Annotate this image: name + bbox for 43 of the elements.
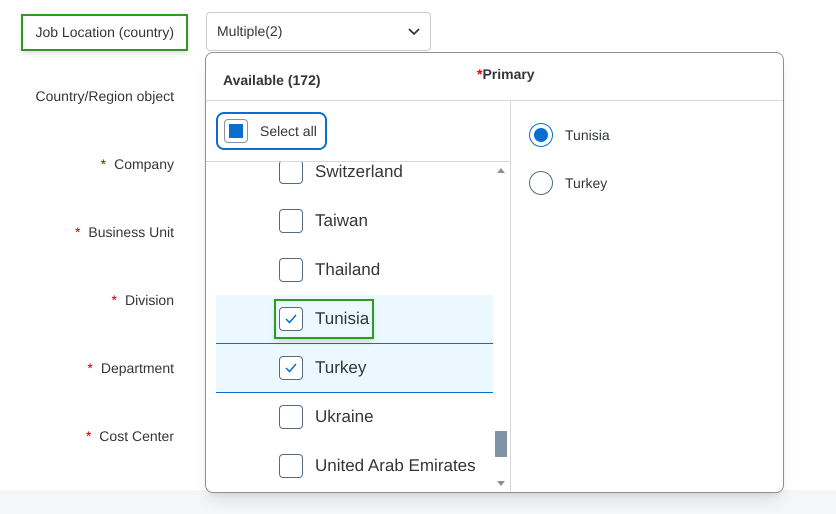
check-icon <box>285 363 297 373</box>
country-option[interactable]: Switzerland <box>216 162 493 197</box>
country-label: Taiwan <box>315 210 368 232</box>
select-all-button[interactable]: Select all <box>216 112 327 150</box>
country-label: Turkey <box>315 357 366 380</box>
chevron-down-icon <box>408 28 420 36</box>
country-option[interactable]: Ukraine <box>216 393 493 442</box>
country-option[interactable]: Turkey <box>216 344 493 393</box>
country-label: United Arab Emirates <box>315 455 476 478</box>
country-option[interactable]: United Arab Emirates <box>216 442 493 491</box>
country-label: Ukraine <box>315 406 374 428</box>
field-label: * Company <box>100 155 175 174</box>
radio-button[interactable] <box>529 171 553 195</box>
available-heading: Available (172) <box>223 72 321 88</box>
radio-button[interactable] <box>529 123 553 147</box>
field-label: * Division <box>110 291 175 310</box>
checkbox[interactable] <box>279 356 303 380</box>
country-label: Switzerland <box>315 162 403 184</box>
country-option[interactable]: Tunisia <box>216 295 493 344</box>
field-label: Country/Region object <box>34 87 175 106</box>
multi-select-dropdown[interactable]: Multiple(2) <box>206 12 431 51</box>
checkbox[interactable] <box>279 162 303 184</box>
radio-label: Tunisia <box>565 126 610 144</box>
country-label: Thailand <box>315 259 380 282</box>
check-icon <box>285 314 297 324</box>
radio-label: Turkey <box>565 174 608 193</box>
field-label: * Cost Center <box>84 427 175 446</box>
scroll-down-icon <box>497 481 505 486</box>
country-label: Tunisia <box>315 308 370 330</box>
field-label: * Department <box>86 359 175 378</box>
scrollbar-thumb[interactable] <box>495 431 507 457</box>
indeterminate-icon <box>229 124 243 138</box>
field-label: Job Location (country) <box>21 14 188 51</box>
country-option[interactable]: Taiwan <box>216 197 493 246</box>
checkbox[interactable] <box>279 258 303 282</box>
country-option[interactable]: Thailand <box>216 246 493 295</box>
field-label: * Business Unit <box>74 223 175 242</box>
checkbox[interactable] <box>279 307 303 331</box>
checkbox[interactable] <box>279 209 303 233</box>
checkbox[interactable] <box>279 405 303 429</box>
checkbox[interactable] <box>279 454 303 478</box>
primary-heading: *Primary <box>477 66 535 82</box>
scroll-up-icon <box>497 168 505 173</box>
